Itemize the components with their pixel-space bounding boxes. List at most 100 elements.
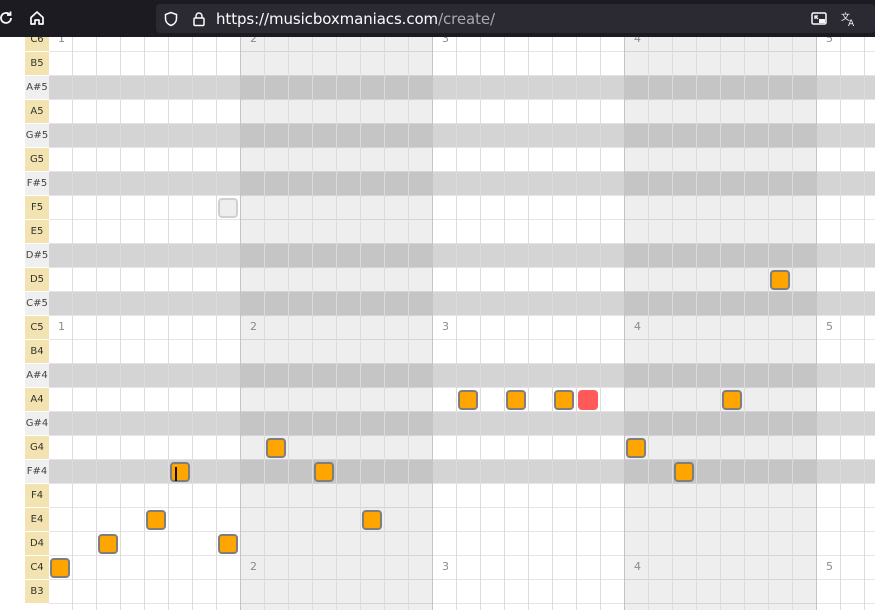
- translate-icon[interactable]: 文A: [840, 10, 858, 28]
- beat-line: [648, 37, 649, 610]
- bar-line: [432, 37, 433, 610]
- pitch-label-a4: A4: [25, 388, 49, 411]
- note[interactable]: [98, 534, 118, 554]
- pitch-label-c4: C4: [25, 556, 49, 579]
- note[interactable]: [218, 534, 238, 554]
- pitch-label-dsharp5: D#5: [25, 244, 49, 267]
- pitch-label-asharp4: A#4: [25, 364, 49, 387]
- measure-number: 3: [442, 37, 449, 45]
- note[interactable]: [458, 390, 478, 410]
- note-hover-preview[interactable]: [218, 198, 238, 218]
- beat-line: [576, 37, 577, 610]
- measure-number: 5: [826, 320, 833, 333]
- beat-line: [744, 37, 745, 610]
- pitch-label-d4: D4: [25, 532, 49, 555]
- bar-line: [240, 37, 241, 610]
- pitch-label-f4: F4: [25, 484, 49, 507]
- pitch-label-g5: G5: [25, 148, 49, 171]
- beat-line: [216, 37, 217, 610]
- measure-number: 2: [250, 560, 257, 573]
- beat-line: [144, 37, 145, 610]
- picture-in-picture-icon[interactable]: [810, 10, 828, 28]
- url-path: /create/: [438, 10, 496, 28]
- pitch-label-f5: F5: [25, 196, 49, 219]
- measure-number: 3: [442, 320, 449, 333]
- pitch-label-a5: A5: [25, 100, 49, 123]
- note[interactable]: [626, 438, 646, 458]
- note[interactable]: [266, 438, 286, 458]
- beat-line: [288, 37, 289, 610]
- beat-line: [360, 37, 361, 610]
- url-host: https://musicboxmaniacs.com: [216, 10, 439, 28]
- measure-number: 5: [826, 560, 833, 573]
- beat-line: [864, 37, 865, 610]
- note[interactable]: [770, 270, 790, 290]
- note-selected[interactable]: [578, 390, 598, 410]
- measure-number: 3: [442, 560, 449, 573]
- beat-line: [672, 37, 673, 610]
- text-cursor-icon: [175, 467, 177, 481]
- piano-keys: C6 B5 A#5 A5 G#5 G5 F#5 F5 E5 D#5 D5 C#5 C5 B4 A#4 A4 G#…: [25, 37, 49, 610]
- note[interactable]: [362, 510, 382, 530]
- beat-line: [312, 37, 313, 610]
- measure-number: 4: [634, 560, 641, 573]
- url-text[interactable]: https://musicboxmaniacs.com/create/: [216, 10, 495, 28]
- beat-line: [504, 37, 505, 610]
- note[interactable]: [170, 462, 190, 482]
- beat-line: [192, 37, 193, 610]
- measure-shade: [241, 37, 433, 610]
- url-bar[interactable]: https://musicboxmaniacs.com/create/ 文A: [156, 4, 875, 33]
- measure-number: 1: [58, 320, 65, 333]
- piano-roll: C6 B5 A#5 A5 G#5 G5 F#5 F5 E5 D#5 D5 C#5 C5 B4 A#4 A4 G#…: [0, 37, 875, 610]
- pitch-label-b5: B5: [25, 52, 49, 75]
- pitch-label-e5: E5: [25, 220, 49, 243]
- note[interactable]: [146, 510, 166, 530]
- pitch-label-c5: C5: [25, 316, 49, 339]
- beat-line: [384, 37, 385, 610]
- beat-line: [720, 37, 721, 610]
- pitch-label-b3: B3: [25, 580, 49, 603]
- beat-line: [264, 37, 265, 610]
- note[interactable]: [506, 390, 526, 410]
- note[interactable]: [314, 462, 334, 482]
- pitch-label-fsharp4: F#4: [25, 460, 49, 483]
- beat-line: [792, 37, 793, 610]
- note[interactable]: [554, 390, 574, 410]
- beat-line: [168, 37, 169, 610]
- beat-line: [408, 37, 409, 610]
- note[interactable]: [674, 462, 694, 482]
- pitch-label-gsharp4: G#4: [25, 412, 49, 435]
- measure-number: 4: [634, 37, 641, 45]
- beat-line: [768, 37, 769, 610]
- pitch-label-e4: E4: [25, 508, 49, 531]
- bar-line: [816, 37, 817, 610]
- beat-line: [552, 37, 553, 610]
- measure-shade: [625, 37, 817, 610]
- beat-line: [696, 37, 697, 610]
- svg-text:A: A: [848, 19, 855, 28]
- beat-line: [120, 37, 121, 610]
- pitch-label-d5: D5: [25, 268, 49, 291]
- shield-icon[interactable]: [162, 10, 180, 28]
- beat-line: [336, 37, 337, 610]
- bar-line: [624, 37, 625, 610]
- lock-icon[interactable]: [190, 10, 208, 28]
- measure-number: 4: [634, 320, 641, 333]
- note[interactable]: [50, 558, 70, 578]
- pitch-label-b4: B4: [25, 340, 49, 363]
- note[interactable]: [722, 390, 742, 410]
- reload-icon[interactable]: [0, 8, 16, 28]
- beat-line: [600, 37, 601, 610]
- beat-line: [96, 37, 97, 610]
- browser-toolbar: https://musicboxmaniacs.com/create/ 文A: [0, 0, 875, 37]
- measure-number: 2: [250, 320, 257, 333]
- beat-line: [480, 37, 481, 610]
- pitch-label-c6: C6: [25, 37, 49, 51]
- beat-line: [456, 37, 457, 610]
- measure-number: 5: [826, 37, 833, 45]
- pitch-label-gsharp5: G#5: [25, 124, 49, 147]
- measure-number: 1: [58, 37, 65, 45]
- home-icon[interactable]: [27, 8, 47, 28]
- pitch-label-asharp5: A#5: [25, 76, 49, 99]
- note-grid[interactable]: 1 2 3 4 5 1 2 3 4 5 2 3 4 5: [49, 37, 875, 610]
